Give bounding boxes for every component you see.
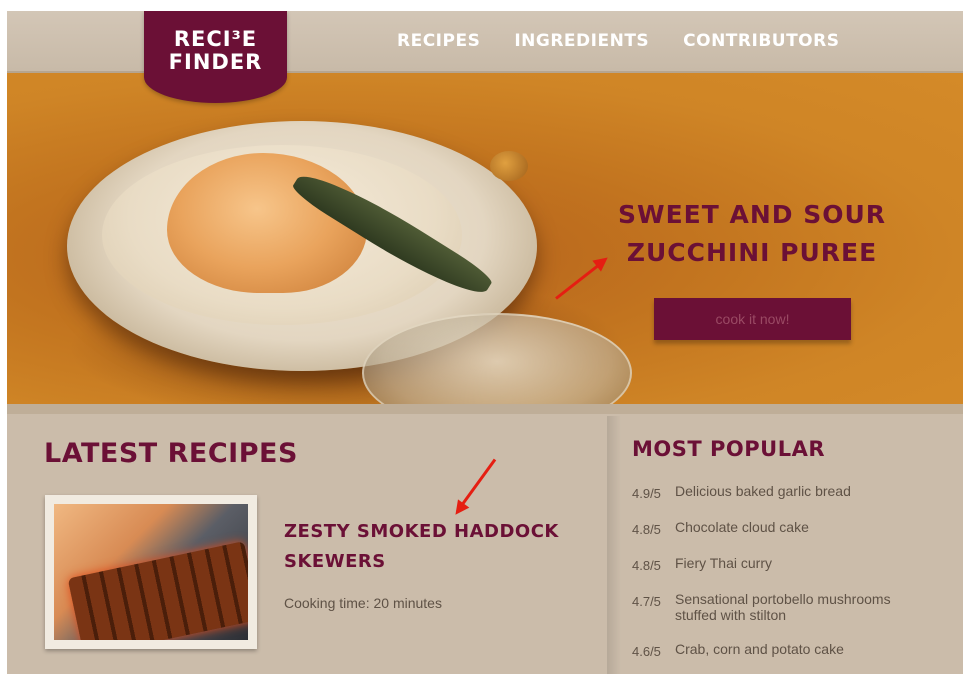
popular-item[interactable]: 4.9/5 Delicious baked garlic bread bbox=[632, 483, 932, 501]
skewers-photo bbox=[54, 504, 248, 640]
page-frame: RECI³E FINDER RECIPES INGREDIENTS CONTRI… bbox=[7, 11, 963, 674]
column-divider bbox=[607, 416, 621, 674]
logo-text-line2: FINDER bbox=[168, 50, 263, 74]
popular-name: Chocolate cloud cake bbox=[675, 519, 809, 535]
cooking-time: Cooking time: 20 minutes bbox=[284, 595, 442, 611]
grill-skewers-image bbox=[67, 541, 248, 640]
popular-name: Delicious baked garlic bread bbox=[675, 483, 851, 499]
popular-name: Crab, corn and potato cake bbox=[675, 641, 844, 657]
popular-item[interactable]: 4.6/5 Crab, corn and potato cake bbox=[632, 641, 932, 659]
cook-it-now-button[interactable]: cook it now! bbox=[654, 298, 851, 340]
hero-banner: SWEET AND SOUR ZUCCHINI PUREE cook it no… bbox=[7, 73, 963, 404]
popular-item[interactable]: 4.8/5 Chocolate cloud cake bbox=[632, 519, 932, 537]
popular-name: Sensational portobello mushrooms stuffed… bbox=[675, 591, 891, 623]
latest-recipe-title[interactable]: ZESTY SMOKED HADDOCK SKEWERS bbox=[284, 517, 564, 577]
popular-rating: 4.7/5 bbox=[632, 594, 661, 609]
popular-name: Fiery Thai curry bbox=[675, 555, 772, 571]
popular-rating: 4.8/5 bbox=[632, 522, 661, 537]
sauce-dab-image bbox=[490, 151, 528, 181]
top-nav-bar: RECI³E FINDER RECIPES INGREDIENTS CONTRI… bbox=[7, 11, 963, 103]
popular-item[interactable]: 4.8/5 Fiery Thai curry bbox=[632, 555, 932, 573]
site-logo[interactable]: RECI³E FINDER bbox=[144, 11, 287, 103]
main-nav: RECIPES INGREDIENTS CONTRIBUTORS bbox=[397, 31, 839, 51]
nav-item-contributors[interactable]: CONTRIBUTORS bbox=[683, 31, 839, 51]
popular-rating: 4.9/5 bbox=[632, 486, 661, 501]
most-popular-list: 4.9/5 Delicious baked garlic bread 4.8/5… bbox=[632, 483, 932, 674]
recipe-thumbnail[interactable] bbox=[45, 495, 257, 649]
most-popular-heading: MOST POPULAR bbox=[632, 437, 826, 461]
nav-item-ingredients[interactable]: INGREDIENTS bbox=[514, 31, 649, 51]
nav-item-recipes[interactable]: RECIPES bbox=[397, 31, 480, 51]
popular-item[interactable]: 4.7/5 Sensational portobello mushrooms s… bbox=[632, 591, 932, 623]
hero-title[interactable]: SWEET AND SOUR ZUCCHINI PUREE bbox=[607, 196, 897, 272]
latest-recipes-heading: LATEST RECIPES bbox=[44, 438, 298, 469]
popular-rating: 4.6/5 bbox=[632, 644, 661, 659]
logo-text-line1: RECI³E bbox=[173, 27, 258, 51]
popular-rating: 4.8/5 bbox=[632, 558, 661, 573]
